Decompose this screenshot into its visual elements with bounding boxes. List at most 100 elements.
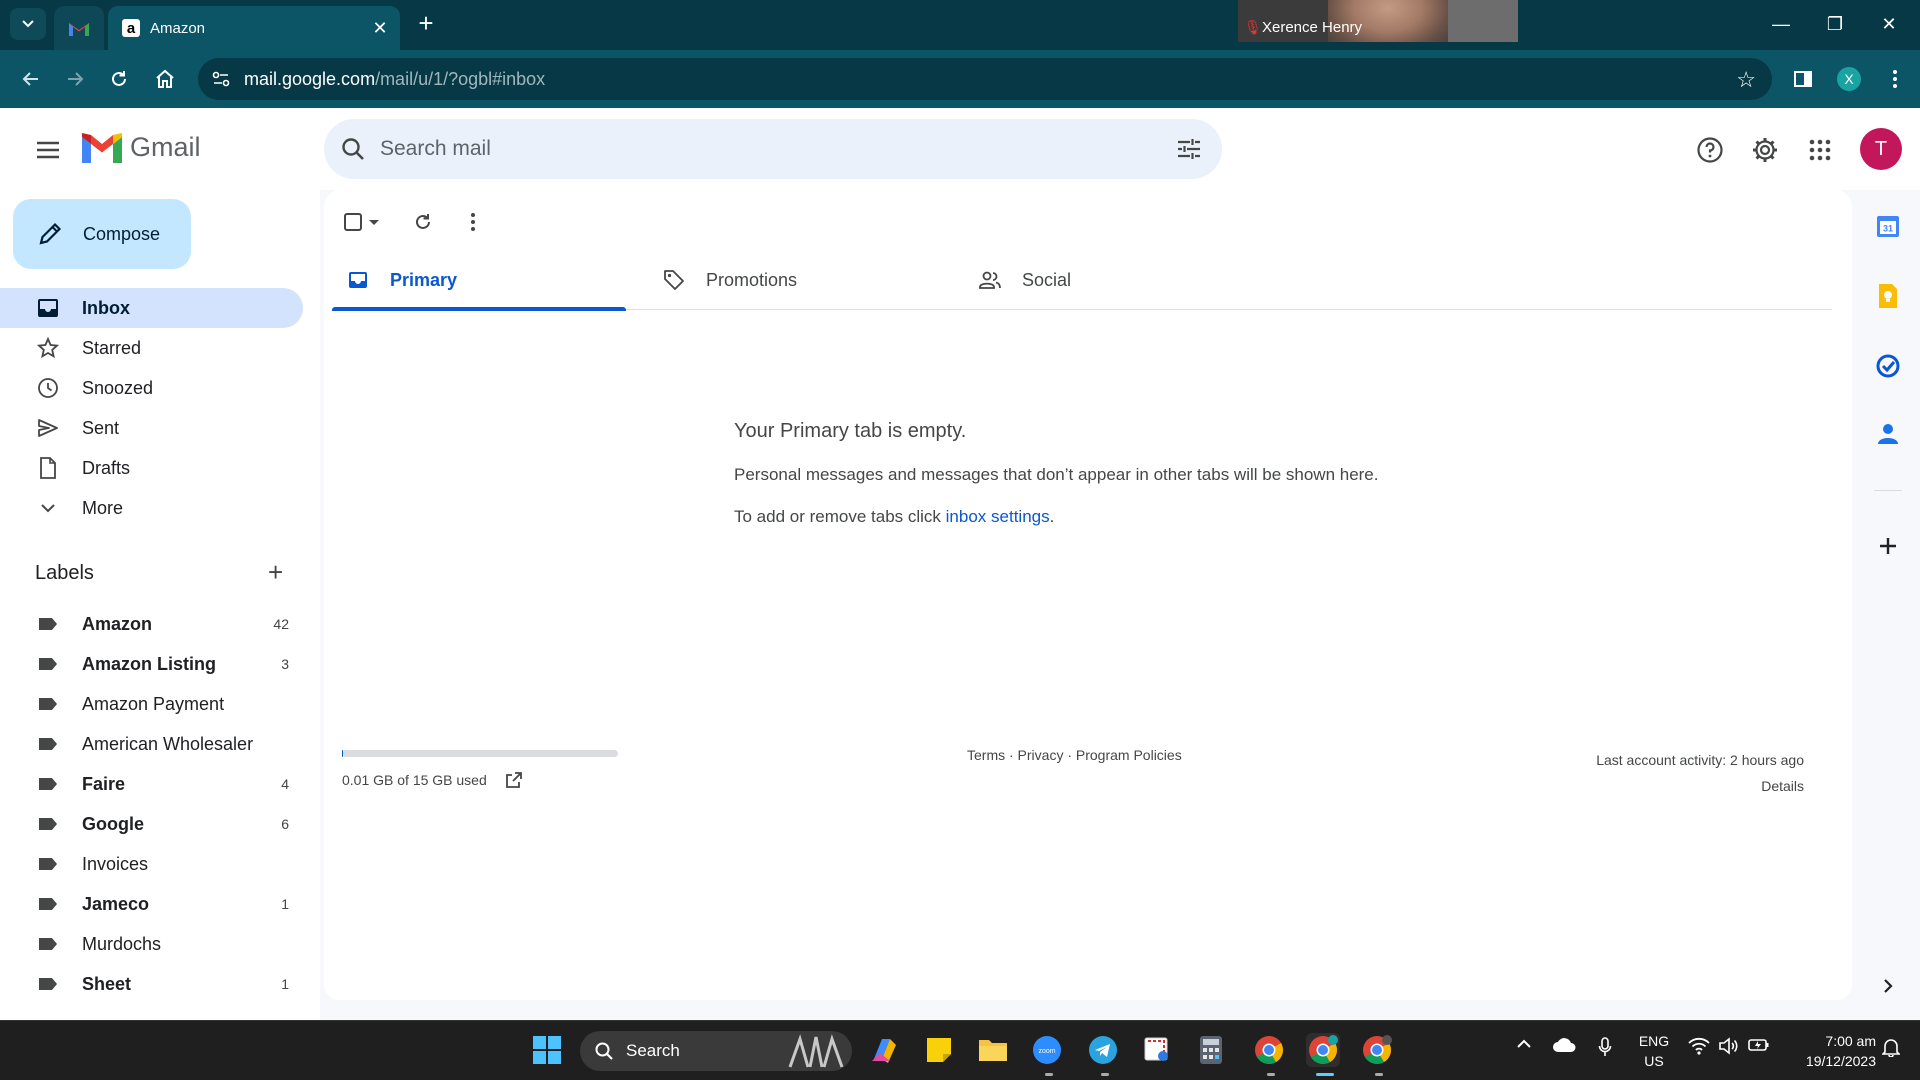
video-call-tile[interactable]: 🎙 Xerence Henry — [1238, 0, 1518, 42]
nav-item-label: Snoozed — [82, 377, 154, 398]
label-icon — [39, 698, 57, 710]
label-icon — [39, 618, 57, 630]
label-item[interactable]: Sheet 1 — [0, 964, 303, 1004]
search-input[interactable] — [380, 137, 1140, 161]
policy-links[interactable]: Terms · Privacy · Program Policies — [967, 747, 1182, 763]
telegram-icon — [1089, 1036, 1117, 1064]
open-in-new-icon[interactable] — [504, 770, 524, 790]
copilot-app[interactable] — [868, 1033, 902, 1067]
site-info-icon[interactable] — [210, 68, 232, 90]
keep-icon — [1879, 284, 1897, 308]
tab-amazon[interactable]: a Amazon ✕ — [108, 6, 400, 50]
label-name: Sheet — [82, 973, 132, 994]
restore-button[interactable]: ❐ — [1812, 8, 1858, 40]
get-addons-button[interactable] — [1872, 530, 1904, 562]
url-path: /mail/u/1/?ogbl#inbox — [375, 68, 546, 89]
chrome-app-3[interactable] — [1360, 1033, 1394, 1067]
settings-button[interactable] — [1747, 132, 1783, 168]
label-item[interactable]: Murdochs — [0, 924, 303, 964]
label-item[interactable]: Invoices — [0, 844, 303, 884]
label-item[interactable]: Jameco 1 — [0, 884, 303, 924]
main-menu-icon[interactable] — [32, 134, 64, 166]
microphone-tray[interactable] — [1598, 1037, 1612, 1062]
nav-item-inbox[interactable]: Inbox — [0, 288, 303, 328]
file-explorer-app[interactable] — [976, 1033, 1010, 1067]
chrome-active-indicator — [1316, 1073, 1334, 1076]
label-item[interactable]: American Wholesaler — [0, 724, 303, 764]
label-icon — [39, 738, 57, 750]
chrome-app-1[interactable] — [1252, 1033, 1286, 1067]
close-window-button[interactable]: ✕ — [1866, 8, 1912, 40]
select-all-checkbox[interactable] — [342, 211, 364, 233]
refresh-icon[interactable] — [412, 211, 434, 233]
browser-tab-strip: a Amazon ✕ + 🎙 Xerence Henry — ❐ ✕ — [0, 0, 1920, 50]
bookmark-star-icon[interactable]: ☆ — [1736, 67, 1756, 93]
network-tray[interactable] — [1688, 1037, 1710, 1060]
tab-primary[interactable]: Primary — [332, 250, 626, 311]
sticky-notes-app[interactable] — [922, 1033, 956, 1067]
search-icon — [595, 1042, 613, 1060]
back-button[interactable] — [16, 64, 46, 94]
minimize-button[interactable]: — — [1758, 8, 1804, 40]
label-item[interactable]: Amazon Listing 3 — [0, 644, 303, 684]
search-icon[interactable] — [340, 136, 366, 162]
keep-side-button[interactable] — [1872, 280, 1904, 312]
home-button[interactable] — [150, 64, 180, 94]
inbox-settings-link[interactable]: inbox settings — [946, 507, 1050, 526]
snipping-tool-app[interactable] — [1140, 1033, 1174, 1067]
tab-promotions[interactable]: Promotions — [648, 250, 942, 310]
battery-tray[interactable] — [1748, 1037, 1770, 1058]
taskbar-search[interactable]: Search — [580, 1031, 852, 1071]
nav-item-sent[interactable]: Sent — [0, 408, 303, 448]
contacts-side-button[interactable] — [1872, 418, 1904, 450]
notifications-button[interactable] — [1881, 1037, 1901, 1062]
support-button[interactable] — [1692, 132, 1728, 168]
nav-item-drafts[interactable]: Drafts — [0, 448, 303, 488]
search-bar[interactable] — [324, 119, 1222, 179]
label-item[interactable]: Amazon 42 — [0, 604, 303, 644]
label-item[interactable]: Amazon Payment — [0, 684, 303, 724]
side-panel-button[interactable] — [1788, 64, 1818, 94]
calendar-side-button[interactable]: 31 — [1872, 210, 1904, 242]
create-label-button[interactable]: + — [268, 559, 283, 585]
zoom-app[interactable]: zoom — [1030, 1033, 1064, 1067]
calendar-icon: 31 — [1877, 216, 1899, 237]
onedrive-tray[interactable] — [1552, 1037, 1576, 1058]
close-tab-icon[interactable]: ✕ — [366, 18, 394, 39]
taskbar-clock[interactable]: 7:00 am 19/12/2023 — [1786, 1031, 1876, 1071]
label-item[interactable]: Faire 4 — [0, 764, 303, 804]
new-tab-button[interactable]: + — [412, 10, 440, 38]
nav-item-snoozed[interactable]: Snoozed — [0, 368, 303, 408]
tab-search-button[interactable] — [10, 8, 46, 40]
input-language[interactable]: ENG US — [1636, 1031, 1672, 1071]
start-button[interactable] — [530, 1033, 564, 1067]
hide-side-panel-button[interactable] — [1872, 970, 1904, 1002]
calculator-app[interactable] — [1194, 1033, 1228, 1067]
more-vert-icon[interactable] — [462, 211, 484, 233]
forward-button[interactable] — [60, 64, 90, 94]
label-item[interactable]: Google 6 — [0, 804, 303, 844]
search-options-icon[interactable] — [1176, 136, 1202, 162]
nav-item-starred[interactable]: Starred — [0, 328, 303, 368]
account-avatar[interactable]: T — [1860, 128, 1902, 170]
telegram-app[interactable] — [1086, 1033, 1120, 1067]
apps-grid-icon — [1809, 139, 1831, 161]
nav-item-more[interactable]: More — [0, 488, 303, 528]
clock-icon — [36, 376, 60, 400]
tab-gmail[interactable] — [54, 6, 104, 50]
tab-social[interactable]: Social — [964, 250, 1258, 310]
google-apps-button[interactable] — [1802, 132, 1838, 168]
show-hidden-icons-button[interactable] — [1516, 1037, 1532, 1055]
profile-button[interactable]: X — [1834, 64, 1864, 94]
reload-button[interactable] — [104, 64, 134, 94]
address-bar[interactable]: mail.google.com/mail/u/1/?ogbl#inbox ☆ — [198, 58, 1772, 100]
activity-details-link[interactable]: Details — [1596, 773, 1804, 799]
chrome-menu-button[interactable] — [1880, 64, 1910, 94]
chrome-app-2[interactable] — [1306, 1033, 1340, 1067]
gmail-logo[interactable]: Gmail — [82, 132, 201, 163]
tasks-side-button[interactable] — [1872, 350, 1904, 382]
folder-icon — [979, 1040, 1007, 1061]
compose-button[interactable]: Compose — [13, 199, 191, 269]
volume-tray[interactable] — [1718, 1037, 1740, 1060]
select-dropdown-icon[interactable] — [366, 211, 382, 233]
